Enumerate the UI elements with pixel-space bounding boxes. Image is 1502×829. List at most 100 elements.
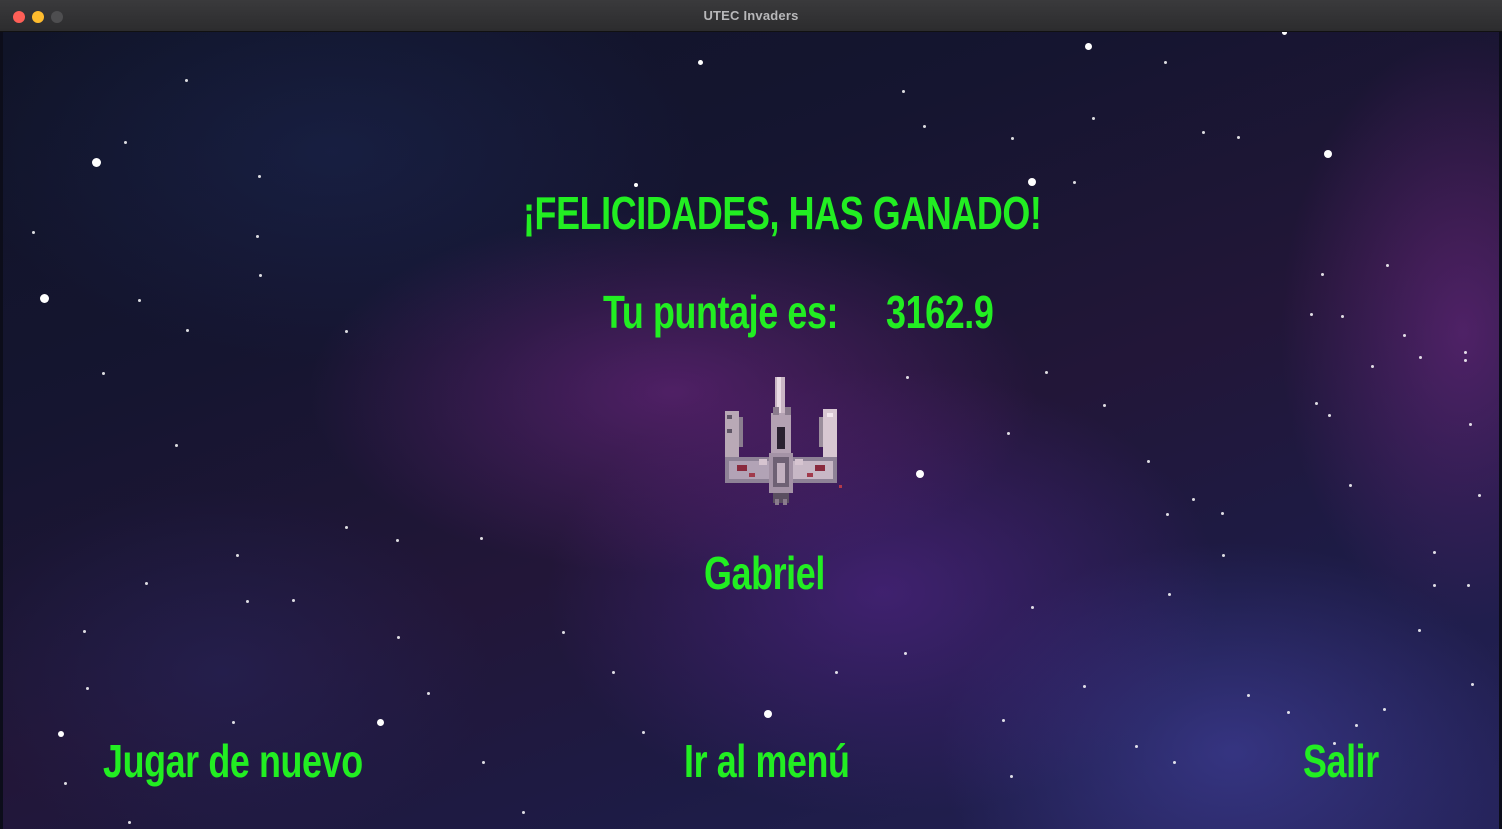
star xyxy=(101,371,105,375)
star xyxy=(1009,774,1013,778)
star xyxy=(255,234,259,238)
star xyxy=(58,731,64,737)
star xyxy=(395,538,399,542)
star xyxy=(1354,723,1358,727)
star xyxy=(1082,684,1086,688)
star xyxy=(1163,60,1167,64)
star xyxy=(1165,512,1169,516)
star xyxy=(1072,180,1076,184)
star xyxy=(905,375,909,379)
window-title: UTEC Invaders xyxy=(703,8,799,23)
star xyxy=(901,89,905,93)
star xyxy=(235,553,239,557)
star xyxy=(1470,682,1474,686)
star xyxy=(39,293,49,303)
star xyxy=(1221,553,1225,557)
starfield-background: ¡FELICIDADES, HAS GANADO! Tu puntaje es:… xyxy=(3,32,1499,829)
star xyxy=(1432,583,1436,587)
star xyxy=(697,59,703,65)
star xyxy=(1220,511,1224,515)
star xyxy=(479,536,483,540)
star xyxy=(1006,431,1010,435)
star xyxy=(903,651,907,655)
star xyxy=(1324,150,1332,158)
star xyxy=(396,635,400,639)
main-menu-button[interactable]: Ir al menú xyxy=(684,738,850,784)
star xyxy=(1146,459,1150,463)
star xyxy=(1370,364,1374,368)
star xyxy=(174,443,178,447)
star xyxy=(1030,605,1034,609)
star xyxy=(257,174,261,178)
play-again-button[interactable]: Jugar de nuevo xyxy=(103,738,363,784)
star xyxy=(137,298,141,302)
star xyxy=(63,781,67,785)
star xyxy=(258,273,262,277)
player-name: Gabriel xyxy=(704,547,825,599)
star xyxy=(1314,401,1318,405)
exit-button[interactable]: Salir xyxy=(1303,738,1379,784)
star xyxy=(641,730,645,734)
star xyxy=(1320,272,1324,276)
star xyxy=(1172,760,1176,764)
game-window: UTEC Invaders ¡FELICIDADES, HAS GANADO! … xyxy=(0,0,1502,829)
star xyxy=(127,820,131,824)
star xyxy=(245,599,249,603)
star xyxy=(1191,497,1195,501)
star xyxy=(1001,718,1005,722)
star xyxy=(922,124,926,128)
star xyxy=(376,718,384,726)
star xyxy=(1340,314,1344,318)
score-label: Tu puntaje es: xyxy=(603,286,839,338)
star xyxy=(1281,32,1287,35)
star xyxy=(184,78,188,82)
score-value: 3162.9 xyxy=(886,286,994,338)
star xyxy=(1477,493,1481,497)
star xyxy=(91,157,101,167)
star xyxy=(1201,130,1205,134)
star xyxy=(1309,312,1313,316)
spaceship-sprite xyxy=(725,377,842,505)
star xyxy=(1102,403,1106,407)
star xyxy=(481,760,485,764)
star xyxy=(561,630,565,634)
star xyxy=(1432,550,1436,554)
star xyxy=(1463,350,1467,354)
star xyxy=(916,470,924,478)
star xyxy=(1286,710,1290,714)
title-bar: UTEC Invaders xyxy=(0,0,1502,32)
star xyxy=(1028,178,1036,186)
star xyxy=(82,629,86,633)
star xyxy=(344,525,348,529)
star xyxy=(1463,358,1467,362)
star xyxy=(521,810,525,814)
star xyxy=(1044,370,1048,374)
star xyxy=(85,686,89,690)
star xyxy=(344,329,348,333)
star xyxy=(123,140,127,144)
star xyxy=(1417,628,1421,632)
star xyxy=(1385,263,1389,267)
star xyxy=(31,230,35,234)
star xyxy=(834,670,838,674)
star xyxy=(1091,116,1095,120)
star xyxy=(1466,583,1470,587)
star xyxy=(1327,413,1331,417)
star xyxy=(764,710,772,718)
star xyxy=(291,598,295,602)
star xyxy=(1418,355,1422,359)
star xyxy=(611,670,615,674)
star xyxy=(185,328,189,332)
star xyxy=(1134,744,1138,748)
star xyxy=(1402,333,1406,337)
star xyxy=(1084,42,1092,50)
star xyxy=(1236,135,1240,139)
star xyxy=(426,691,430,695)
victory-headline: ¡FELICIDADES, HAS GANADO! xyxy=(523,187,1042,239)
star xyxy=(231,720,235,724)
star xyxy=(1382,707,1386,711)
star xyxy=(1010,136,1014,140)
star xyxy=(1468,422,1472,426)
star xyxy=(144,581,148,585)
star xyxy=(1246,693,1250,697)
